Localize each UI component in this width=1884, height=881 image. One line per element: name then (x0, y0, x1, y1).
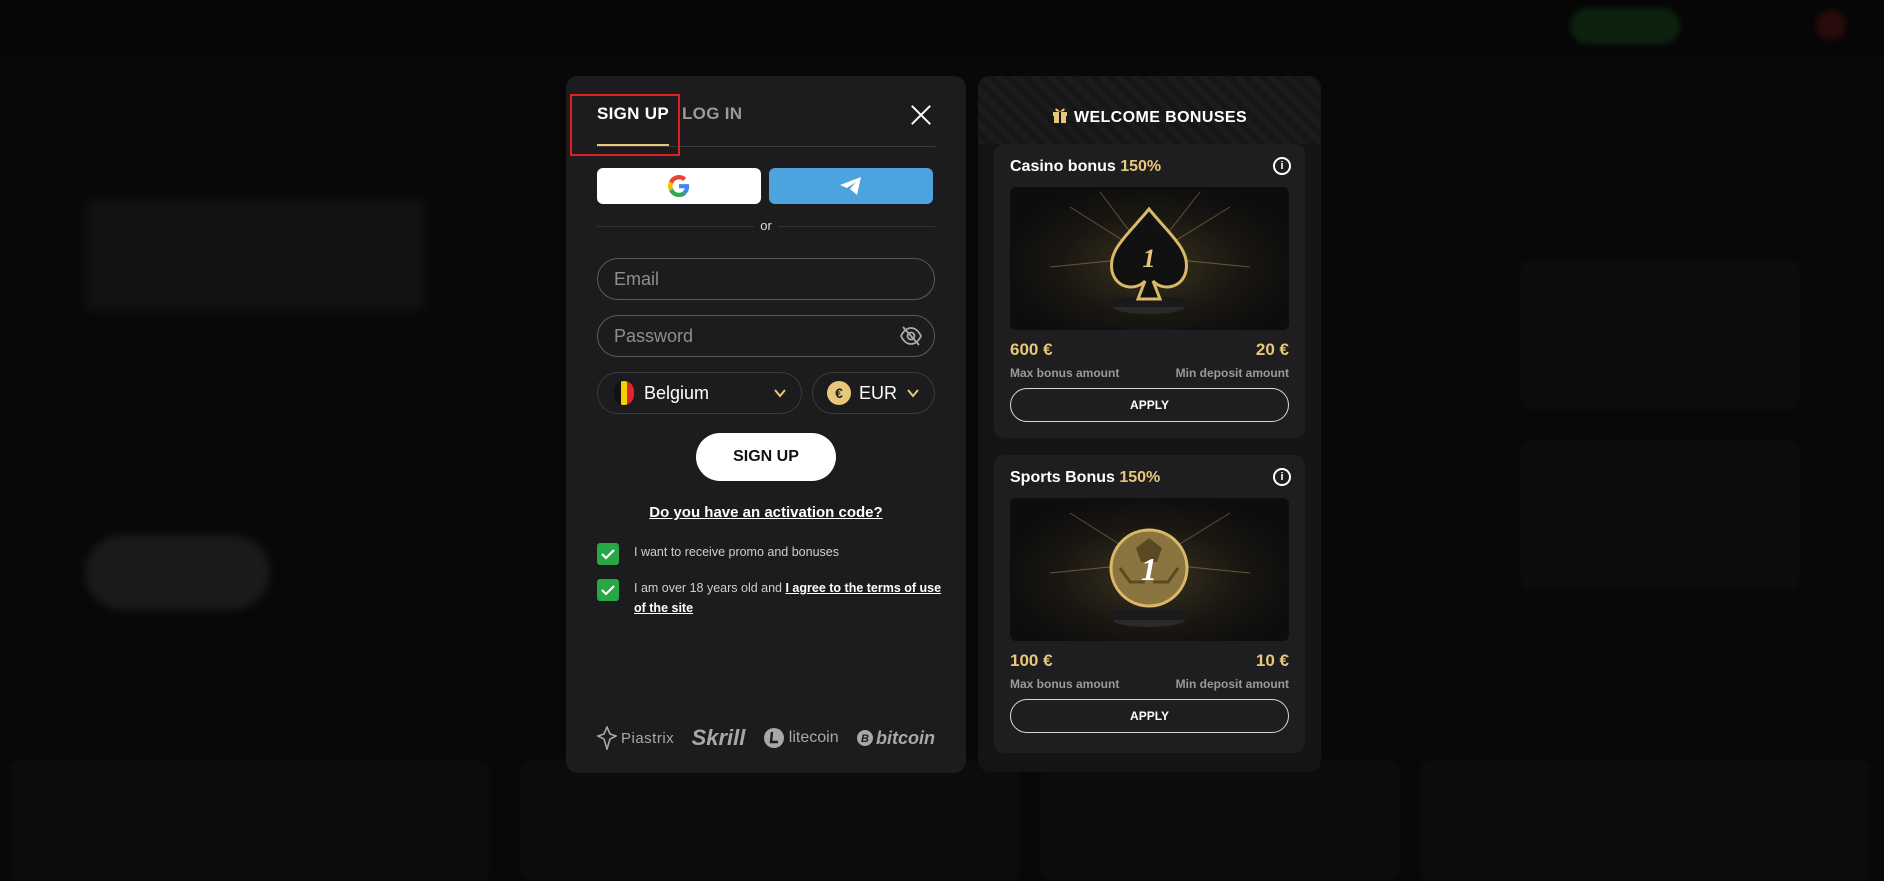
email-placeholder: Email (614, 268, 660, 289)
min-deposit-label: Min deposit amount (1175, 366, 1289, 380)
chevron-down-icon (907, 389, 919, 398)
gift-icon (1052, 108, 1067, 123)
info-icon[interactable]: i (1273, 157, 1291, 175)
email-field[interactable]: Email (597, 258, 935, 300)
password-placeholder: Password (614, 325, 694, 346)
min-deposit-value: 20 € (1255, 340, 1289, 359)
google-icon (668, 175, 690, 197)
password-field[interactable]: Password (597, 315, 935, 357)
payment-methods: Piastrix Skrill litecoin B bitcoin (597, 723, 935, 753)
euro-coin-icon: € (827, 381, 851, 405)
litecoin-logo: litecoin (763, 727, 839, 749)
bitcoin-icon: B (856, 730, 873, 746)
apply-sports-bonus-button[interactable]: APPLY (1010, 699, 1289, 733)
terms-checkbox-label: I am over 18 years old and I agree to th… (634, 581, 942, 615)
bonus-name: Casino bonus 150% (1010, 158, 1162, 175)
welcome-bonuses-panel: WELCOME BONUSES Casino bonus 150% i 1 60… (978, 76, 1321, 772)
bonus-name: Sports Bonus 150% (1010, 469, 1161, 486)
signup-modal: SIGN UP LOG IN or Email Password Belgium… (566, 76, 966, 773)
piastrix-logo: Piastrix (597, 726, 674, 750)
google-login-button[interactable] (597, 168, 761, 204)
close-icon[interactable] (910, 104, 932, 126)
casino-bonus-card: Casino bonus 150% i 1 600 € 20 € Max bon… (994, 144, 1305, 438)
eye-off-icon[interactable] (900, 326, 922, 346)
currency-select[interactable]: € EUR (812, 372, 935, 414)
checkmark-icon (601, 549, 615, 560)
spade-trophy-icon: 1 (1049, 191, 1251, 314)
soccer-ball-trophy-image: 1 (1010, 498, 1289, 641)
sign-up-button[interactable]: SIGN UP (696, 433, 836, 481)
country-select[interactable]: Belgium (597, 372, 802, 414)
max-bonus-label: Max bonus amount (1010, 677, 1120, 691)
checkmark-icon (601, 585, 615, 596)
litecoin-icon (763, 728, 784, 748)
promo-checkbox[interactable] (597, 543, 619, 565)
terms-checkbox[interactable] (597, 579, 619, 601)
currency-value: EUR (859, 382, 898, 403)
piastrix-icon (597, 726, 617, 750)
telegram-login-button[interactable] (769, 168, 933, 204)
highlight-box (570, 94, 680, 156)
activation-code-link[interactable]: Do you have an activation code? (566, 504, 966, 521)
bitcoin-logo: B bitcoin (856, 728, 935, 749)
max-bonus-value: 600 € (1010, 340, 1053, 359)
belgium-flag-icon (614, 381, 634, 405)
skrill-logo: Skrill (691, 725, 746, 750)
svg-text:B: B (861, 733, 869, 745)
tab-log-in[interactable]: LOG IN (682, 104, 742, 124)
max-bonus-value: 100 € (1010, 651, 1053, 670)
or-separator: or (566, 218, 966, 233)
telegram-icon (840, 177, 861, 195)
country-value: Belgium (644, 382, 710, 403)
info-icon[interactable]: i (1273, 468, 1291, 486)
chevron-down-icon (774, 389, 786, 398)
apply-casino-bonus-button[interactable]: APPLY (1010, 388, 1289, 422)
sports-bonus-card: Sports Bonus 150% i 1 100 € 10 € Max bon… (994, 455, 1305, 753)
svg-text:1: 1 (1143, 244, 1156, 273)
promo-checkbox-label: I want to receive promo and bonuses (634, 545, 839, 559)
welcome-bonuses-title: WELCOME BONUSES (978, 106, 1321, 127)
min-deposit-value: 10 € (1255, 651, 1289, 670)
soccer-ball-trophy-icon: 1 (1049, 512, 1251, 627)
spade-trophy-image: 1 (1010, 187, 1289, 330)
svg-text:1: 1 (1141, 551, 1157, 587)
min-deposit-label: Min deposit amount (1175, 677, 1289, 691)
max-bonus-label: Max bonus amount (1010, 366, 1120, 380)
